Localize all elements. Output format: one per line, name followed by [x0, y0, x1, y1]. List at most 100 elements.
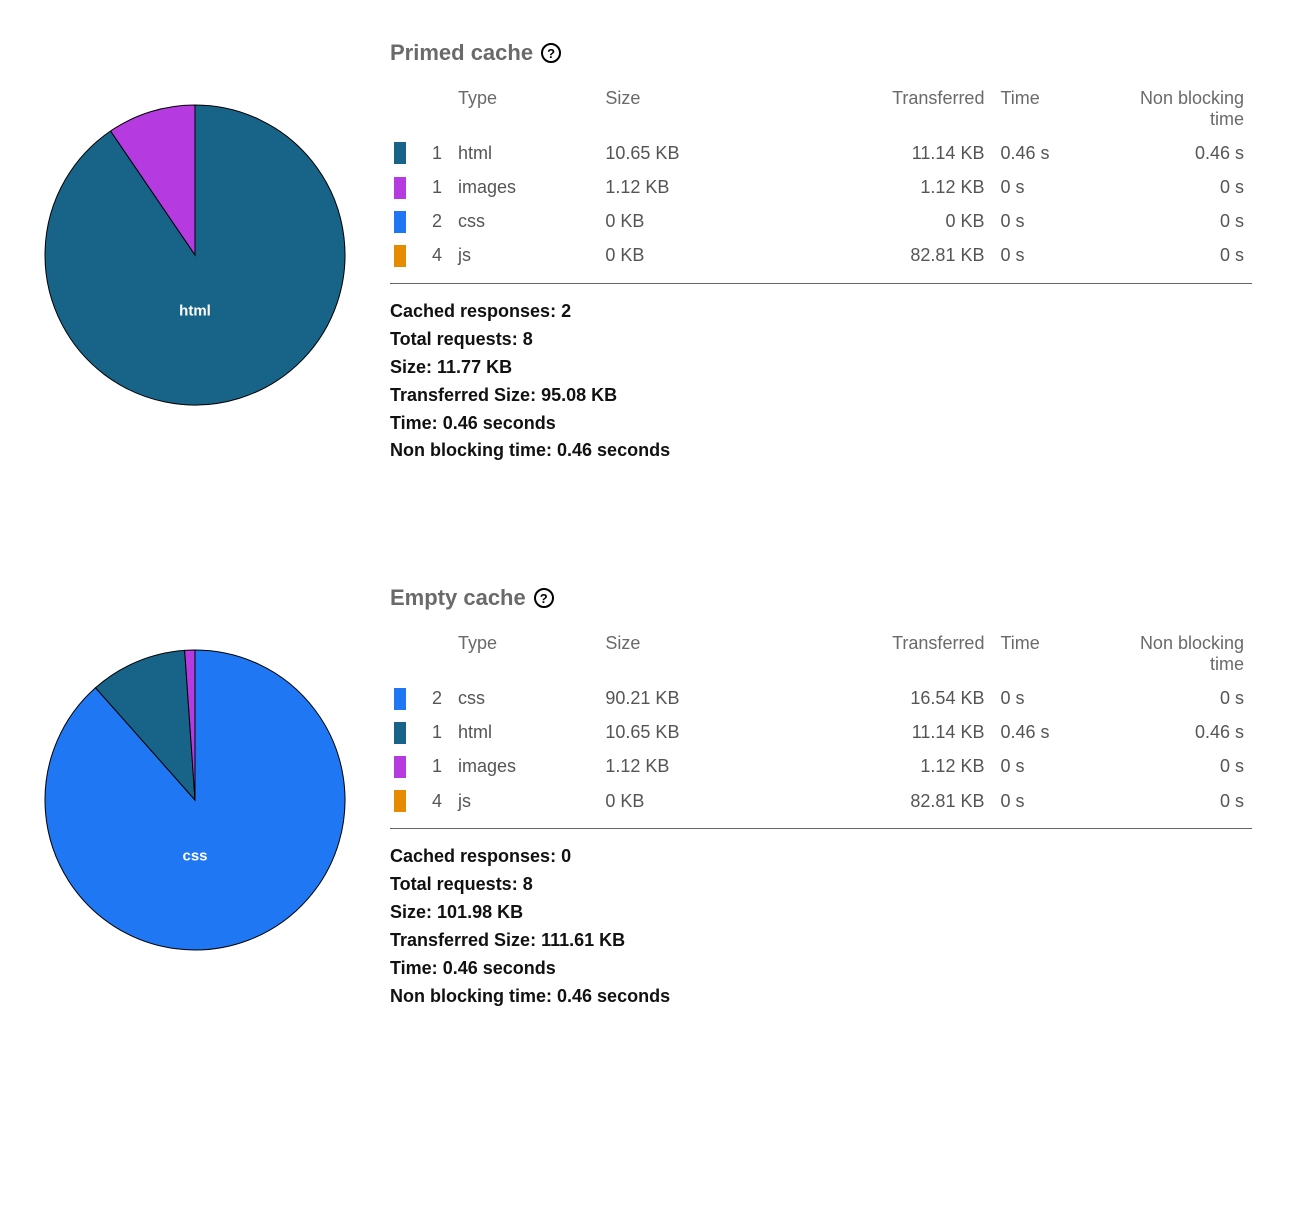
row-time: 0 s [992, 681, 1122, 715]
empty-cache-section: css Empty cache ? Type Size Transferred … [40, 585, 1252, 1010]
row-type: css [450, 205, 597, 239]
primed-summary: Cached responses: 2 Total requests: 8 Si… [390, 298, 1252, 465]
row-count: 1 [410, 170, 450, 204]
empty-nonblocking-val: 0.46 seconds [557, 986, 670, 1006]
summary-size-label: Size: [390, 902, 432, 922]
col-nonblocking: Non blocking time [1122, 627, 1252, 681]
col-nonblocking: Non blocking time [1122, 82, 1252, 136]
col-swatch [390, 627, 410, 681]
table-row: 1images1.12 KB1.12 KB0 s0 s [390, 750, 1252, 784]
col-size: Size [597, 627, 776, 681]
row-count: 1 [410, 136, 450, 170]
row-nonblocking: 0 s [1122, 239, 1252, 273]
row-type: js [450, 239, 597, 273]
row-count: 2 [410, 205, 450, 239]
row-size: 1.12 KB [597, 170, 776, 204]
help-icon[interactable]: ? [541, 43, 561, 63]
col-time: Time [992, 627, 1122, 681]
empty-summary: Cached responses: 0 Total requests: 8 Si… [390, 843, 1252, 1010]
empty-cached-val: 0 [561, 846, 571, 866]
row-transferred: 1.12 KB [777, 750, 993, 784]
summary-total-label: Total requests: [390, 329, 518, 349]
empty-time-val: 0.46 seconds [443, 958, 556, 978]
color-swatch [394, 142, 406, 164]
summary-cached-label: Cached responses: [390, 846, 556, 866]
row-size: 0 KB [597, 784, 776, 818]
row-transferred: 11.14 KB [777, 716, 993, 750]
primed-transferred-val: 95.08 KB [541, 385, 617, 405]
color-swatch [394, 790, 406, 812]
row-time: 0 s [992, 205, 1122, 239]
row-type: css [450, 681, 597, 715]
row-nonblocking: 0.46 s [1122, 716, 1252, 750]
row-nonblocking: 0 s [1122, 750, 1252, 784]
color-swatch [394, 756, 406, 778]
row-count: 4 [410, 784, 450, 818]
primed-pie-svg [40, 100, 350, 410]
color-swatch [394, 722, 406, 744]
row-transferred: 0 KB [777, 205, 993, 239]
empty-title: Empty cache ? [390, 585, 1252, 611]
row-type: images [450, 170, 597, 204]
row-type: images [450, 750, 597, 784]
primed-time-val: 0.46 seconds [443, 413, 556, 433]
col-count [410, 627, 450, 681]
color-swatch [394, 177, 406, 199]
color-swatch [394, 688, 406, 710]
empty-title-text: Empty cache [390, 585, 526, 611]
primed-divider [390, 283, 1252, 284]
summary-total-label: Total requests: [390, 874, 518, 894]
empty-transferred-val: 111.61 KB [541, 930, 625, 950]
color-swatch [394, 245, 406, 267]
help-icon[interactable]: ? [534, 588, 554, 608]
row-size: 10.65 KB [597, 716, 776, 750]
summary-nonblocking-label: Non blocking time: [390, 440, 552, 460]
primed-table: Type Size Transferred Time Non blocking … [390, 82, 1252, 273]
row-count: 1 [410, 716, 450, 750]
row-size: 0 KB [597, 239, 776, 273]
row-time: 0 s [992, 784, 1122, 818]
primed-pie-chart: html [40, 100, 350, 410]
row-size: 1.12 KB [597, 750, 776, 784]
summary-transferred-label: Transferred Size: [390, 385, 536, 405]
primed-title-text: Primed cache [390, 40, 533, 66]
empty-table: Type Size Transferred Time Non blocking … [390, 627, 1252, 818]
row-time: 0 s [992, 750, 1122, 784]
col-size: Size [597, 82, 776, 136]
row-time: 0.46 s [992, 716, 1122, 750]
row-transferred: 1.12 KB [777, 170, 993, 204]
row-type: html [450, 136, 597, 170]
row-type: html [450, 716, 597, 750]
summary-cached-label: Cached responses: [390, 301, 556, 321]
row-size: 90.21 KB [597, 681, 776, 715]
table-row: 4js0 KB82.81 KB0 s0 s [390, 239, 1252, 273]
row-time: 0 s [992, 170, 1122, 204]
row-size: 0 KB [597, 205, 776, 239]
col-transferred: Transferred [777, 627, 993, 681]
row-time: 0.46 s [992, 136, 1122, 170]
row-nonblocking: 0 s [1122, 205, 1252, 239]
primed-pie-column: html [40, 40, 360, 465]
table-row: 1html10.65 KB11.14 KB0.46 s0.46 s [390, 716, 1252, 750]
primed-title: Primed cache ? [390, 40, 1252, 66]
primed-nonblocking-val: 0.46 seconds [557, 440, 670, 460]
row-time: 0 s [992, 239, 1122, 273]
summary-transferred-label: Transferred Size: [390, 930, 536, 950]
empty-pie-column: css [40, 585, 360, 1010]
summary-size-label: Size: [390, 357, 432, 377]
row-transferred: 82.81 KB [777, 784, 993, 818]
row-transferred: 82.81 KB [777, 239, 993, 273]
primed-total-val: 8 [523, 329, 533, 349]
empty-total-val: 8 [523, 874, 533, 894]
empty-divider [390, 828, 1252, 829]
empty-pie-chart: css [40, 645, 350, 955]
row-nonblocking: 0 s [1122, 681, 1252, 715]
row-size: 10.65 KB [597, 136, 776, 170]
table-row: 4js0 KB82.81 KB0 s0 s [390, 784, 1252, 818]
row-nonblocking: 0 s [1122, 170, 1252, 204]
primed-detail-column: Primed cache ? Type Size Transferred Tim… [390, 40, 1252, 465]
summary-time-label: Time: [390, 958, 438, 978]
row-count: 1 [410, 750, 450, 784]
primed-size-val: 11.77 KB [437, 357, 512, 377]
col-time: Time [992, 82, 1122, 136]
